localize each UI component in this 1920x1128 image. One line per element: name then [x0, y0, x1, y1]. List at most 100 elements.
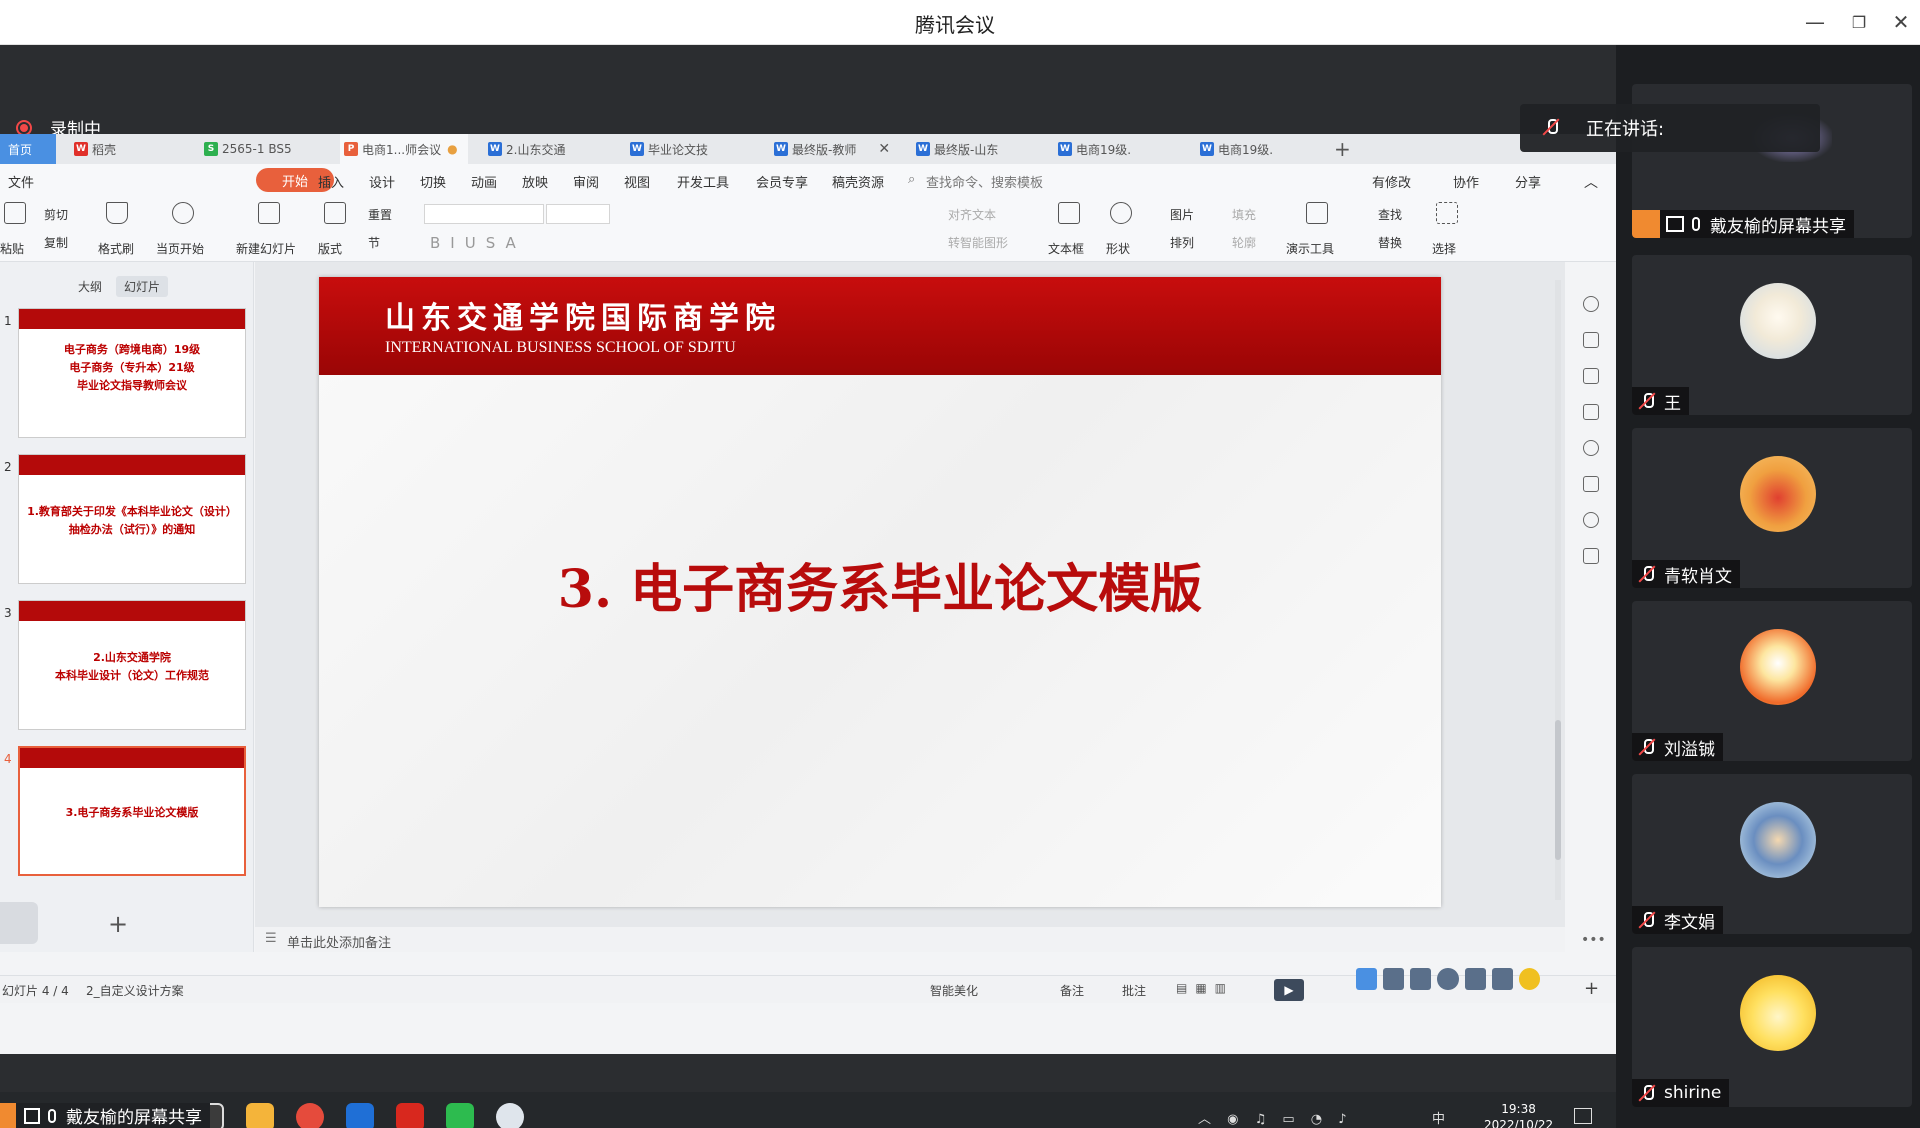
- slide-thumbnail-1[interactable]: 电子商务（跨境电商）19级 电子商务（专升本）21级 毕业论文指导教师会议: [18, 308, 246, 438]
- location-icon[interactable]: [1583, 512, 1599, 528]
- tab-home[interactable]: 首页: [0, 134, 56, 164]
- book-icon[interactable]: [1583, 548, 1599, 564]
- comment-button[interactable]: 批注: [1122, 982, 1146, 999]
- font-family-select[interactable]: [424, 204, 544, 224]
- scrollbar-thumb[interactable]: [1555, 720, 1561, 860]
- section-button[interactable]: 节: [368, 234, 380, 251]
- ime-icon[interactable]: [1383, 968, 1405, 990]
- smart-beautify-button[interactable]: 智能美化: [930, 982, 978, 999]
- replace-button[interactable]: 替换: [1378, 234, 1402, 251]
- comment-icon[interactable]: [1583, 404, 1599, 420]
- tab-docer[interactable]: W 稻壳: [70, 134, 116, 164]
- adjust-icon[interactable]: [1583, 332, 1599, 348]
- participant-tile[interactable]: 青软肖文: [1632, 428, 1912, 588]
- ime-indicator[interactable]: 中: [1432, 1108, 1445, 1127]
- presentation-tools-button[interactable]: 演示工具: [1286, 240, 1334, 257]
- menu-insert[interactable]: 插入: [318, 172, 344, 191]
- folder-icon[interactable]: [246, 1103, 274, 1128]
- find-button[interactable]: 查找: [1378, 206, 1402, 223]
- slide-thumbnail-4[interactable]: 3.电子商务系毕业论文模版: [18, 746, 246, 876]
- menu-review[interactable]: 审阅: [573, 172, 599, 191]
- slides-tab[interactable]: 幻灯片: [116, 276, 169, 297]
- shape-icon[interactable]: [1110, 202, 1132, 224]
- tab-doc[interactable]: S 2565-1 BS5: [200, 134, 292, 164]
- add-slide-plus-icon[interactable]: +: [108, 910, 128, 938]
- more-icon[interactable]: •••: [1581, 932, 1606, 948]
- help-icon[interactable]: [1583, 440, 1599, 456]
- menu-transition[interactable]: 切换: [420, 172, 446, 191]
- chrome-icon[interactable]: [296, 1103, 324, 1128]
- view-mode-icons[interactable]: ▤▦▥: [1176, 981, 1234, 995]
- slide-thumbnail-2[interactable]: 1.教育部关于印发《本科毕业论文（设计） 抽检办法（试行）》的通知: [18, 454, 246, 584]
- ime-gear-icon[interactable]: [1518, 968, 1540, 990]
- outline-button[interactable]: 轮廓: [1232, 234, 1256, 251]
- menu-developer[interactable]: 开发工具: [677, 172, 729, 191]
- notes-toggle-button[interactable]: 备注: [1060, 982, 1084, 999]
- minimize-icon[interactable]: —: [1797, 6, 1833, 38]
- participant-tile[interactable]: shirine: [1632, 947, 1912, 1107]
- cut-button[interactable]: 剪切: [44, 206, 68, 223]
- tab-doc[interactable]: W 电商19级.: [1054, 134, 1131, 164]
- menu-slideshow[interactable]: 放映: [522, 172, 548, 191]
- tab-doc[interactable]: W 最终版-山东: [912, 134, 998, 164]
- font-size-select[interactable]: [546, 204, 610, 224]
- select-icon[interactable]: [1436, 202, 1458, 224]
- new-slide-icon[interactable]: [258, 202, 280, 224]
- tab-doc[interactable]: W 2.山东交通: [484, 134, 565, 164]
- convert-smart-button[interactable]: 转智能图形: [948, 234, 1008, 251]
- slide-thumbnail-3[interactable]: 2.山东交通学院 本科毕业设计（论文）工作规范: [18, 600, 246, 730]
- menu-file[interactable]: 文件: [8, 172, 34, 191]
- layout-icon[interactable]: [324, 202, 346, 224]
- pin-icon[interactable]: [1583, 368, 1599, 384]
- paste-icon[interactable]: [4, 202, 26, 224]
- play-from-current-button[interactable]: 当页开始: [156, 240, 204, 257]
- app-icon[interactable]: [496, 1103, 524, 1128]
- align-text-button[interactable]: 对齐文本: [948, 206, 996, 223]
- theme-name[interactable]: 2_自定义设计方案: [86, 982, 184, 999]
- new-tab-plus-icon[interactable]: +: [1330, 134, 1351, 164]
- has-changes-button[interactable]: 有修改: [1372, 172, 1411, 191]
- tab-doc[interactable]: W 最终版-教师 ✕: [770, 134, 890, 164]
- restore-icon[interactable]: ❐: [1841, 6, 1877, 38]
- notification-icon[interactable]: [1574, 1108, 1592, 1124]
- format-painter-button[interactable]: 格式刷: [98, 240, 134, 257]
- select-button[interactable]: 选择: [1432, 240, 1456, 257]
- format-painter-icon[interactable]: [106, 202, 128, 224]
- tab-close-icon[interactable]: ✕: [878, 141, 890, 157]
- menu-member[interactable]: 会员专享: [756, 172, 808, 191]
- system-tray-icons[interactable]: ︿ ◉ ♫ ▭ ◔ ♪: [1198, 1108, 1353, 1127]
- shape-button[interactable]: 形状: [1106, 240, 1130, 257]
- ime-icon[interactable]: [1410, 968, 1432, 990]
- textbox-icon[interactable]: [1058, 202, 1080, 224]
- ime-icon[interactable]: [1464, 968, 1486, 990]
- paste-button[interactable]: 粘贴: [0, 240, 24, 257]
- ime-toolbar[interactable]: [1356, 968, 1540, 994]
- close-icon[interactable]: ✕: [1883, 6, 1919, 38]
- arrange-button[interactable]: 排列: [1170, 234, 1194, 251]
- wps-icon[interactable]: [396, 1103, 424, 1128]
- menu-design[interactable]: 设计: [369, 172, 395, 191]
- picture-button[interactable]: 图片: [1170, 206, 1194, 223]
- play-icon[interactable]: [172, 202, 194, 224]
- tab-doc[interactable]: W 电商19级.: [1196, 134, 1273, 164]
- ime-icon[interactable]: [1491, 968, 1513, 990]
- ime-icon[interactable]: [1437, 968, 1459, 990]
- notes-area[interactable]: ☰ 单击此处添加备注: [255, 927, 1565, 952]
- copy-button[interactable]: 复制: [44, 234, 68, 251]
- tab-doc[interactable]: W 毕业论文技: [626, 134, 708, 164]
- layout-button[interactable]: 版式: [318, 240, 342, 257]
- fill-button[interactable]: 填充: [1232, 206, 1256, 223]
- zoom-in-plus-icon[interactable]: +: [1584, 978, 1599, 999]
- reset-button[interactable]: 重置: [368, 206, 392, 223]
- collaborate-button[interactable]: 协作: [1453, 172, 1479, 191]
- menu-lines-icon[interactable]: [0, 902, 38, 944]
- menu-view[interactable]: 视图: [624, 172, 650, 191]
- vertical-scrollbar[interactable]: [1555, 280, 1561, 900]
- outline-tab[interactable]: 大纲: [70, 276, 110, 297]
- image-icon[interactable]: [1583, 476, 1599, 492]
- menu-docer-resources[interactable]: 稿壳资源: [832, 172, 884, 191]
- presentation-tools-icon[interactable]: [1306, 202, 1328, 224]
- wechat-icon[interactable]: [446, 1103, 474, 1128]
- font-style-buttons[interactable]: BIUSA: [430, 234, 526, 252]
- command-search[interactable]: 查找命令、搜索模板: [926, 172, 1043, 191]
